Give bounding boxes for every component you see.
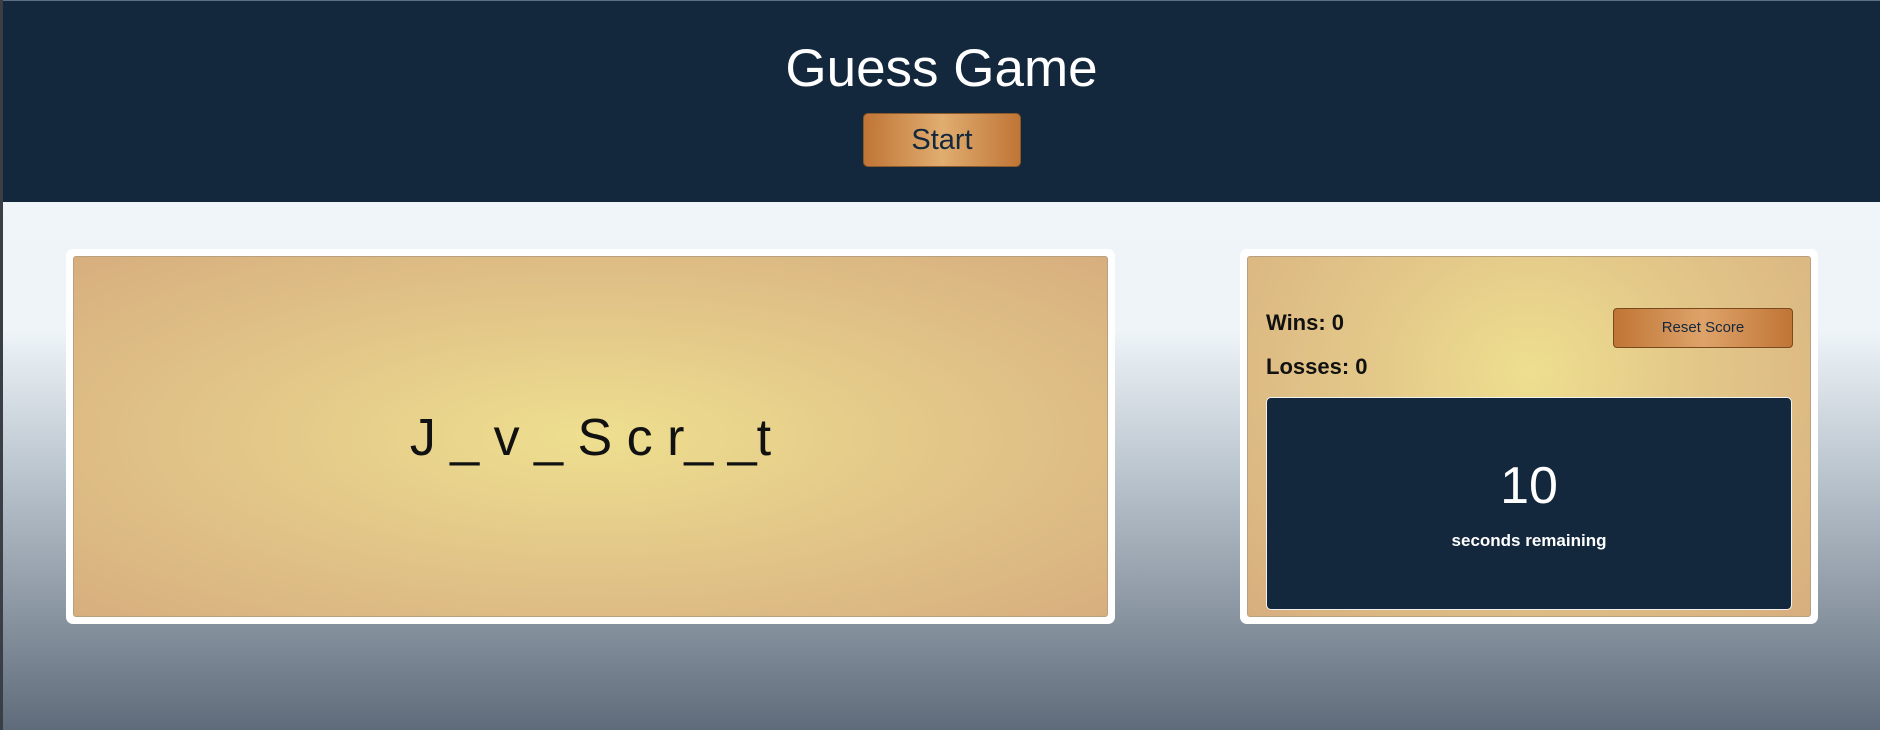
page-title: Guess Game xyxy=(785,39,1098,98)
timer-label: seconds remaining xyxy=(1451,531,1607,550)
losses-count: Losses: 0 xyxy=(1266,354,1368,379)
timer-value: 10 xyxy=(1500,457,1558,515)
start-button[interactable]: Start xyxy=(863,113,1021,167)
word-card: J _ v _ S c r_ _t xyxy=(66,249,1115,624)
wins-count: Wins: 0 xyxy=(1266,310,1345,335)
word-panel: J _ v _ S c r_ _t xyxy=(73,256,1108,617)
countdown-timer: 10 seconds remaining xyxy=(1266,397,1792,610)
masked-word: J _ v _ S c r_ _t xyxy=(409,409,772,467)
reset-score-button[interactable]: Reset Score xyxy=(1613,308,1793,348)
header-bar: Guess Game Start xyxy=(3,0,1880,202)
score-card: Wins: 0 Losses: 0 Reset Score 10 seconds… xyxy=(1240,249,1818,624)
score-panel: Wins: 0 Losses: 0 Reset Score 10 seconds… xyxy=(1247,256,1811,617)
